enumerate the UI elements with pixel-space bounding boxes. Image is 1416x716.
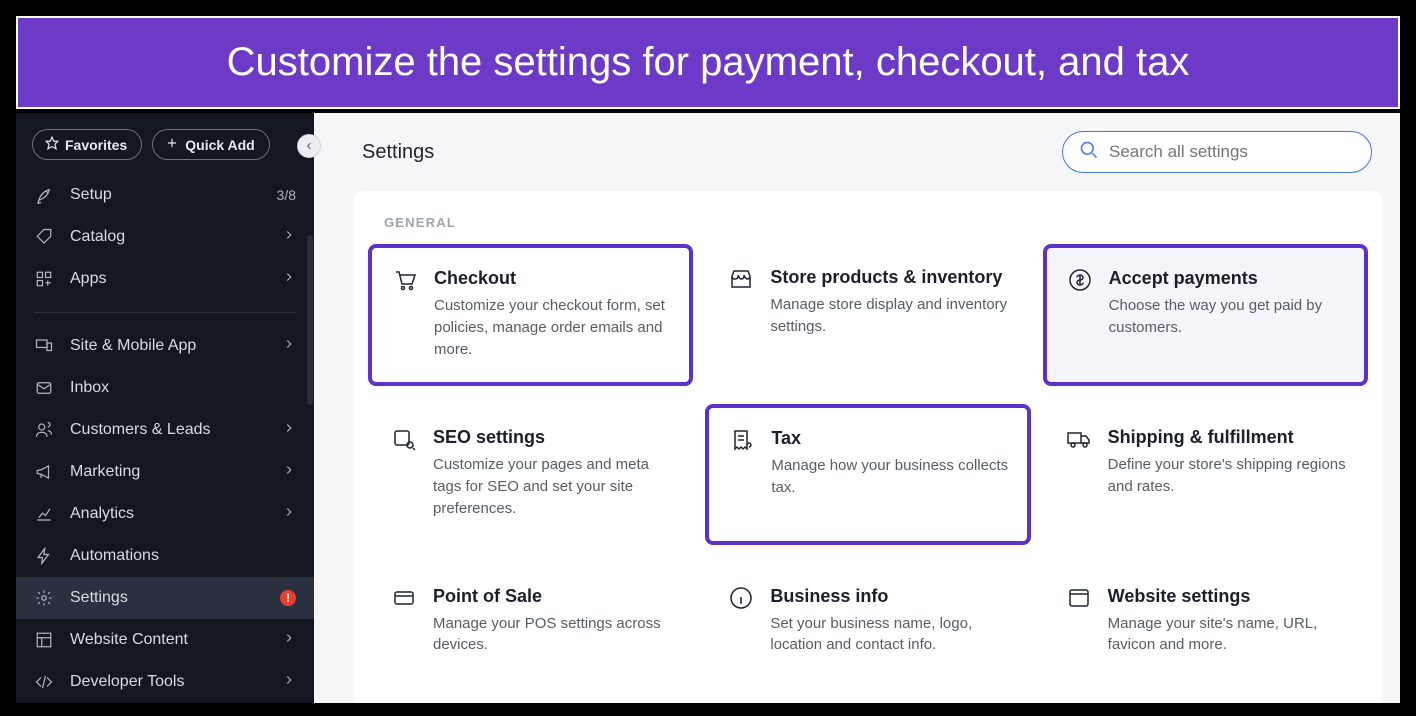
sidebar-item-apps[interactable]: Apps [16, 258, 314, 300]
chevron-right-icon [282, 631, 296, 650]
card-desc: Manage your site's name, URL, favicon an… [1108, 613, 1347, 657]
card-title: Shipping & fulfillment [1108, 427, 1347, 448]
chevron-right-icon [282, 337, 296, 356]
users-icon [34, 420, 54, 440]
quick-add-label: Quick Add [185, 137, 255, 153]
setup-progress: 3/8 [277, 187, 296, 203]
star-icon [45, 136, 59, 153]
sidebar-item-setup[interactable]: Setup 3/8 [16, 174, 314, 216]
storefront-icon [728, 267, 754, 293]
sidebar-item-analytics[interactable]: Analytics [16, 493, 314, 535]
favorites-button[interactable]: Favorites [32, 129, 142, 160]
chevron-right-icon [282, 421, 296, 440]
alert-badge: ! [280, 590, 296, 606]
sidebar-item-label: Customers & Leads [70, 421, 282, 439]
card-title: Point of Sale [433, 586, 672, 607]
card-accept-payments[interactable]: Accept payments Choose the way you get p… [1043, 244, 1368, 386]
chevron-right-icon [282, 228, 296, 247]
tag-icon [34, 227, 54, 247]
sidebar-item-label: Settings [70, 589, 280, 607]
card-title: SEO settings [433, 427, 672, 448]
card-title: Website settings [1108, 586, 1347, 607]
main-panel: Settings GENERAL Checkout Customize your… [314, 113, 1400, 703]
search-box[interactable] [1062, 131, 1372, 173]
card-desc: Choose the way you get paid by customers… [1109, 295, 1346, 339]
card-title: Business info [770, 586, 1009, 607]
card-checkout[interactable]: Checkout Customize your checkout form, s… [368, 244, 693, 386]
sidebar-item-label: Inbox [70, 379, 296, 397]
code-icon [34, 672, 54, 692]
sidebar-item-label: Analytics [70, 505, 282, 523]
sidebar-item-automations[interactable]: Automations [16, 535, 314, 577]
plus-icon [165, 136, 179, 153]
quick-add-button[interactable]: Quick Add [152, 129, 270, 160]
sidebar-item-label: Automations [70, 547, 296, 565]
chevron-right-icon [282, 463, 296, 482]
info-icon [728, 586, 754, 612]
card-title: Accept payments [1109, 268, 1346, 289]
inbox-icon [34, 378, 54, 398]
sidebar-item-catalog[interactable]: Catalog [16, 216, 314, 258]
sidebar-item-customers[interactable]: Customers & Leads [16, 409, 314, 451]
card-title: Store products & inventory [770, 267, 1009, 288]
devices-icon [34, 336, 54, 356]
sidebar-item-label: Setup [70, 186, 277, 204]
search-settings-icon [391, 427, 417, 453]
sidebar-item-label: Site & Mobile App [70, 337, 282, 355]
card-desc: Customize your checkout form, set polici… [434, 295, 671, 360]
gear-icon [34, 588, 54, 608]
bolt-icon [34, 546, 54, 566]
sidebar-item-website-content[interactable]: Website Content [16, 619, 314, 661]
card-desc: Manage store display and inventory setti… [770, 294, 1009, 338]
sidebar-item-label: Developer Tools [70, 673, 282, 691]
page-title: Settings [362, 141, 434, 164]
sidebar-item-settings[interactable]: Settings ! [16, 577, 314, 619]
card-desc: Customize your pages and meta tags for S… [433, 454, 672, 519]
apps-icon [34, 269, 54, 289]
sidebar-item-inbox[interactable]: Inbox [16, 367, 314, 409]
section-label-general: GENERAL [354, 215, 1382, 240]
card-title: Tax [771, 428, 1008, 449]
divider [34, 312, 296, 313]
sidebar-item-label: Apps [70, 270, 282, 288]
dollar-circle-icon [1067, 268, 1093, 294]
scrollbar[interactable] [307, 235, 313, 405]
chart-icon [34, 504, 54, 524]
layout-icon [34, 630, 54, 650]
card-desc: Define your store's shipping regions and… [1108, 454, 1347, 498]
chevron-right-icon [282, 673, 296, 692]
receipt-icon [729, 428, 755, 454]
card-shipping[interactable]: Shipping & fulfillment Define your store… [1043, 404, 1368, 544]
sidebar-item-dev-tools[interactable]: Developer Tools [16, 661, 314, 703]
megaphone-icon [34, 462, 54, 482]
card-pos[interactable]: Point of Sale Manage your POS settings a… [368, 563, 693, 682]
sidebar-item-label: Catalog [70, 228, 282, 246]
search-icon [1079, 140, 1099, 165]
card-website-settings[interactable]: Website settings Manage your site's name… [1043, 563, 1368, 682]
truck-icon [1066, 427, 1092, 453]
card-tax[interactable]: Tax Manage how your business collects ta… [705, 404, 1030, 544]
card-seo[interactable]: SEO settings Customize your pages and me… [368, 404, 693, 544]
sidebar-item-marketing[interactable]: Marketing [16, 451, 314, 493]
card-store-products[interactable]: Store products & inventory Manage store … [705, 244, 1030, 386]
sidebar: Favorites Quick Add Setup 3/8 Cata [16, 113, 314, 703]
search-input[interactable] [1109, 142, 1355, 162]
favorites-label: Favorites [65, 137, 127, 153]
card-reader-icon [391, 586, 417, 612]
tutorial-banner: Customize the settings for payment, chec… [16, 16, 1400, 109]
card-desc: Manage how your business collects tax. [771, 455, 1008, 499]
sidebar-item-label: Website Content [70, 631, 282, 649]
card-title: Checkout [434, 268, 671, 289]
chevron-right-icon [282, 505, 296, 524]
sidebar-item-site-app[interactable]: Site & Mobile App [16, 325, 314, 367]
card-business-info[interactable]: Business info Set your business name, lo… [705, 563, 1030, 682]
collapse-sidebar-button[interactable] [297, 134, 321, 158]
browser-icon [1066, 586, 1092, 612]
card-desc: Set your business name, logo, location a… [770, 613, 1009, 657]
chevron-right-icon [282, 270, 296, 289]
sidebar-item-label: Marketing [70, 463, 282, 481]
cart-icon [392, 268, 418, 294]
card-desc: Manage your POS settings across devices. [433, 613, 672, 657]
rocket-icon [34, 185, 54, 205]
